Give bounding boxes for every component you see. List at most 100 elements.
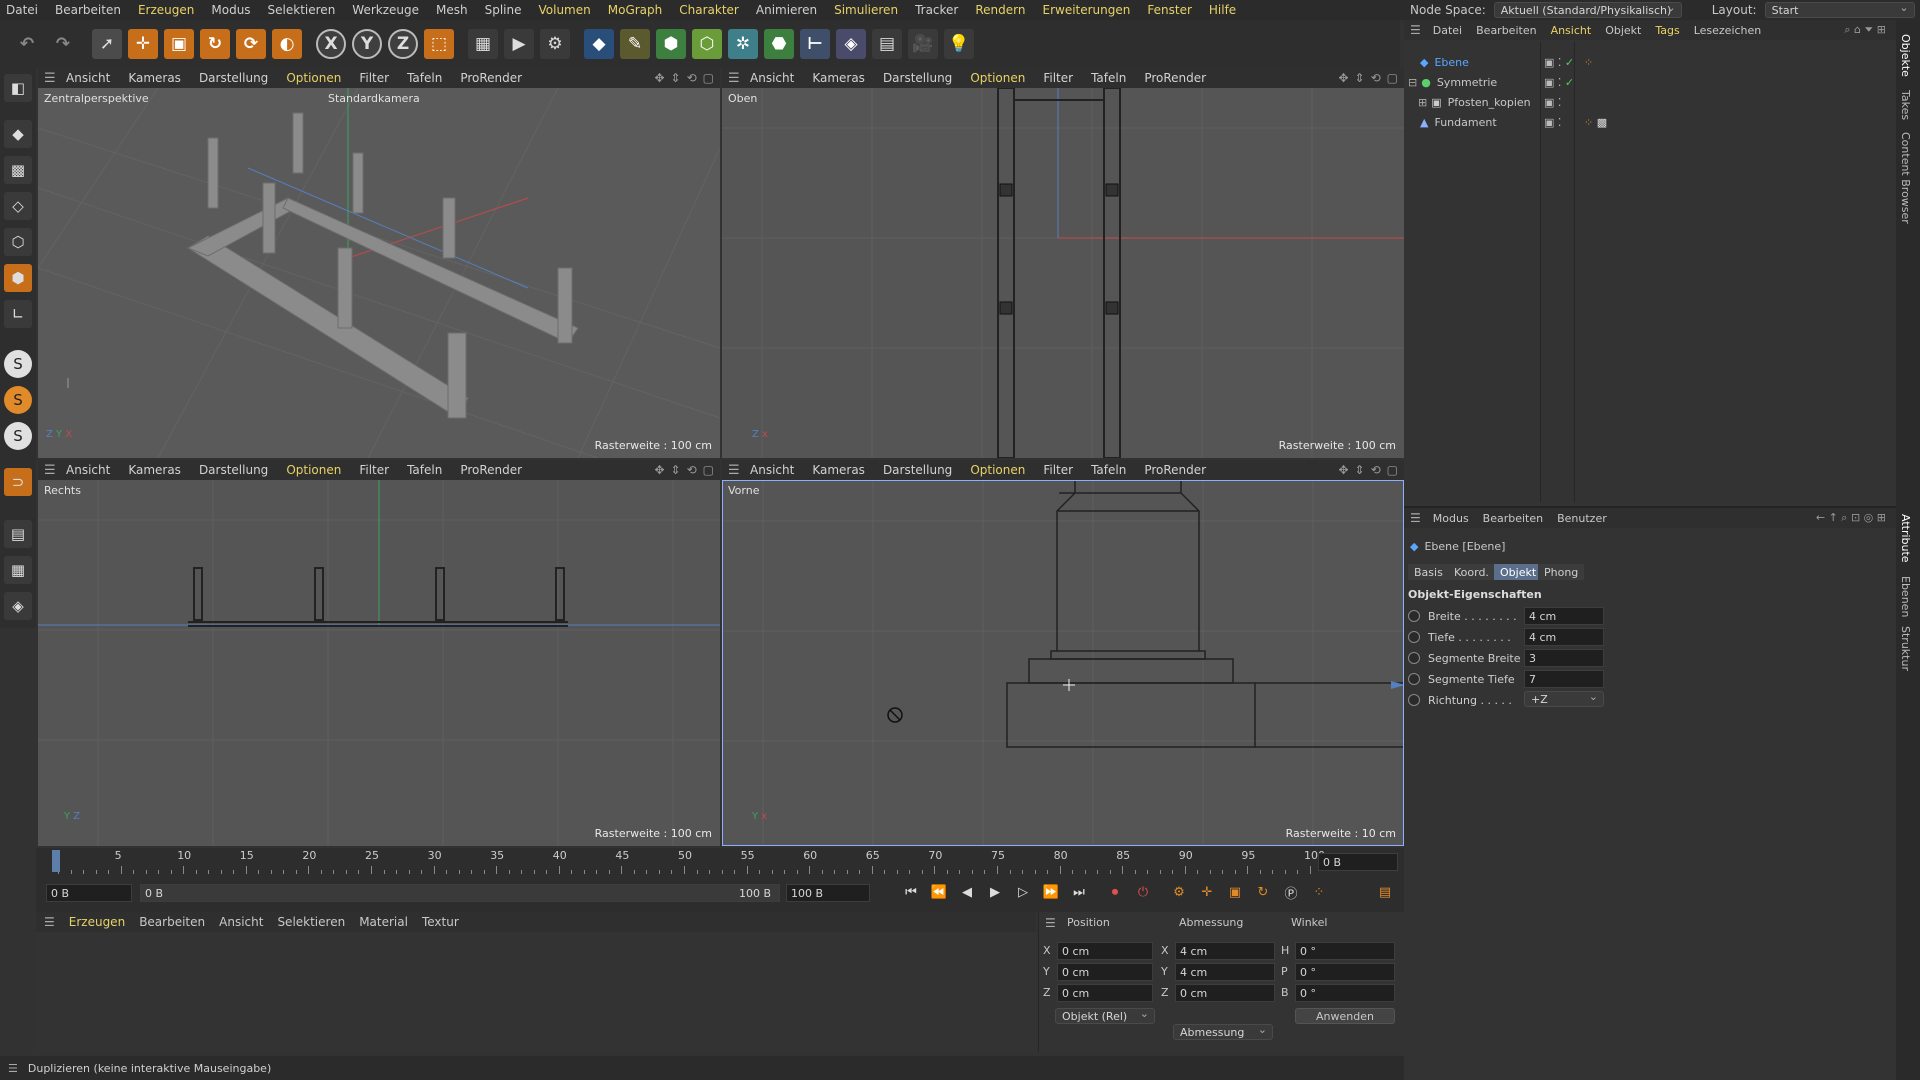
undo-icon[interactable]: ↶: [12, 29, 42, 59]
vp-menu-optionen[interactable]: Optionen: [970, 463, 1025, 477]
workplane-icon[interactable]: ▤: [4, 520, 32, 548]
menu-modus[interactable]: Modus: [211, 3, 250, 17]
menu-hilfe[interactable]: Hilfe: [1209, 3, 1236, 17]
visibility-toggle[interactable]: ▣ ⁚: [1544, 96, 1561, 109]
pos-z-field[interactable]: 0 cm: [1057, 984, 1153, 1002]
side-tab-content-browser[interactable]: Content Browser: [1899, 132, 1912, 224]
snap-settings-icon[interactable]: S: [4, 386, 32, 414]
viewport-menu-icon[interactable]: ☰: [728, 71, 742, 86]
vp-menu-darstellung[interactable]: Darstellung: [883, 71, 952, 85]
maximize-view-icon[interactable]: ▢: [1387, 463, 1398, 477]
attr-menu-modus[interactable]: Modus: [1433, 512, 1469, 525]
layout-dropdown[interactable]: Start: [1764, 1, 1915, 18]
vp-menu-ansicht[interactable]: Ansicht: [750, 463, 794, 477]
vp-menu-filter[interactable]: Filter: [1043, 463, 1073, 477]
menu-werkzeuge[interactable]: Werkzeuge: [352, 3, 419, 17]
new-window-icon[interactable]: ⊞: [1877, 23, 1886, 36]
key-pla-icon[interactable]: ⁘: [1308, 881, 1330, 903]
menu-simulieren[interactable]: Simulieren: [834, 3, 898, 17]
object-row-fundament[interactable]: ▲ Fundament ▣ ⁚ ⁘ ▩: [1404, 112, 1896, 132]
magnet-icon[interactable]: ⊃: [4, 468, 32, 496]
z-axis-lock-icon[interactable]: Z: [388, 29, 418, 59]
viewport-right[interactable]: ☰ Ansicht Kameras Darstellung Optionen F…: [38, 460, 720, 846]
mat-menu-material[interactable]: Material: [359, 915, 408, 929]
rotate-tool-icon[interactable]: ↻: [200, 29, 230, 59]
viewport-top-canvas[interactable]: [722, 88, 1404, 458]
mat-menu-bearbeiten[interactable]: Bearbeiten: [139, 915, 205, 929]
object-menu-icon[interactable]: ☰: [1410, 23, 1421, 37]
pos-x-field[interactable]: 0 cm: [1057, 942, 1153, 960]
start-frame-field[interactable]: 0 B: [46, 884, 132, 902]
vp-menu-tafeln[interactable]: Tafeln: [407, 71, 442, 85]
visibility-toggle[interactable]: ▣ ⁚ ✓: [1544, 76, 1574, 89]
viewport-perspective-canvas[interactable]: [38, 88, 720, 458]
coord-mode-dropdown[interactable]: Objekt (Rel): [1055, 1007, 1155, 1024]
recent-tools-icon[interactable]: ⟳: [236, 29, 266, 59]
settings-icon[interactable]: ◎: [1864, 511, 1874, 524]
object-name-fundament[interactable]: Fundament: [1434, 116, 1534, 129]
select-tool-icon[interactable]: ➚: [92, 29, 122, 59]
tab-objekt[interactable]: Objekt: [1494, 564, 1543, 580]
material-menu-icon[interactable]: ☰: [44, 915, 55, 929]
vp-menu-kameras[interactable]: Kameras: [812, 463, 865, 477]
vp-menu-kameras[interactable]: Kameras: [128, 71, 181, 85]
visibility-toggle[interactable]: ▣ ⁚: [1544, 116, 1561, 129]
tiefe-field[interactable]: 4 cm: [1524, 628, 1604, 646]
vp-menu-optionen[interactable]: Optionen: [286, 463, 341, 477]
move-tool-icon[interactable]: ✛: [128, 29, 158, 59]
viewport-right-canvas[interactable]: [38, 480, 720, 846]
autokey-icon[interactable]: ⏻: [1132, 881, 1154, 903]
polygons-mode-icon[interactable]: ⬢: [4, 264, 32, 292]
vp-menu-prorender[interactable]: ProRender: [1144, 463, 1206, 477]
vp-menu-tafeln[interactable]: Tafeln: [407, 463, 442, 477]
obj-menu-bearbeiten[interactable]: Bearbeiten: [1476, 24, 1536, 37]
menu-bearbeiten[interactable]: Bearbeiten: [55, 3, 121, 17]
new-window-icon[interactable]: ⊞: [1877, 511, 1886, 524]
viewport-front-canvas[interactable]: [722, 480, 1404, 846]
vp-menu-darstellung[interactable]: Darstellung: [883, 463, 952, 477]
field-icon[interactable]: ⊢: [800, 29, 830, 59]
rot-b-field[interactable]: 0 °: [1295, 984, 1395, 1002]
render-settings-icon[interactable]: ⚙: [540, 29, 570, 59]
vp-menu-tafeln[interactable]: Tafeln: [1091, 71, 1126, 85]
zoom-view-icon[interactable]: ⇕: [671, 71, 681, 85]
node-space-dropdown[interactable]: Aktuell (Standard/Physikalisch): [1493, 1, 1682, 18]
key-param-icon[interactable]: Ⓟ: [1280, 881, 1302, 903]
live-select-icon[interactable]: ◐: [272, 29, 302, 59]
expand-icon[interactable]: ⊟: [1408, 76, 1417, 89]
move-view-icon[interactable]: ✥: [1338, 463, 1348, 477]
viewport-top[interactable]: ☰ Ansicht Kameras Darstellung Optionen F…: [722, 68, 1404, 458]
vp-menu-prorender[interactable]: ProRender: [460, 463, 522, 477]
search-icon[interactable]: ⌕: [1841, 511, 1847, 524]
vp-menu-ansicht[interactable]: Ansicht: [66, 71, 110, 85]
menu-animieren[interactable]: Animieren: [756, 3, 817, 17]
mat-menu-ansicht[interactable]: Ansicht: [219, 915, 263, 929]
move-view-icon[interactable]: ✥: [654, 463, 664, 477]
filter-icon[interactable]: ⏷: [1864, 23, 1873, 36]
menu-spline[interactable]: Spline: [485, 3, 522, 17]
lock-workplane-icon[interactable]: ▦: [4, 556, 32, 584]
frame-range-slider[interactable]: 0 B 100 B: [140, 884, 780, 902]
zoom-view-icon[interactable]: ⇕: [671, 463, 681, 477]
menu-rendern[interactable]: Rendern: [975, 3, 1025, 17]
tab-koord[interactable]: Koord.: [1448, 564, 1495, 580]
tag-icon[interactable]: ⁘: [1584, 56, 1593, 69]
richtung-dropdown[interactable]: +Z: [1524, 690, 1604, 707]
scene-icon[interactable]: ◈: [836, 29, 866, 59]
y-axis-lock-icon[interactable]: Y: [352, 29, 382, 59]
rotate-view-icon[interactable]: ⟲: [1371, 463, 1381, 477]
side-tab-struktur[interactable]: Struktur: [1899, 626, 1912, 671]
object-name-ebene[interactable]: Ebene: [1434, 56, 1534, 69]
vp-menu-ansicht[interactable]: Ansicht: [66, 463, 110, 477]
side-tab-takes[interactable]: Takes: [1899, 90, 1912, 120]
attr-menu-bearbeiten[interactable]: Bearbeiten: [1483, 512, 1543, 525]
subdivision-icon[interactable]: ⬢: [656, 29, 686, 59]
move-view-icon[interactable]: ✥: [654, 71, 664, 85]
menu-mesh[interactable]: Mesh: [436, 3, 468, 17]
vp-menu-prorender[interactable]: ProRender: [1144, 71, 1206, 85]
zoom-view-icon[interactable]: ⇕: [1355, 71, 1365, 85]
menu-volumen[interactable]: Volumen: [539, 3, 591, 17]
vp-menu-darstellung[interactable]: Darstellung: [199, 71, 268, 85]
snap-icon[interactable]: S: [4, 350, 32, 378]
rotate-view-icon[interactable]: ⟲: [687, 463, 697, 477]
